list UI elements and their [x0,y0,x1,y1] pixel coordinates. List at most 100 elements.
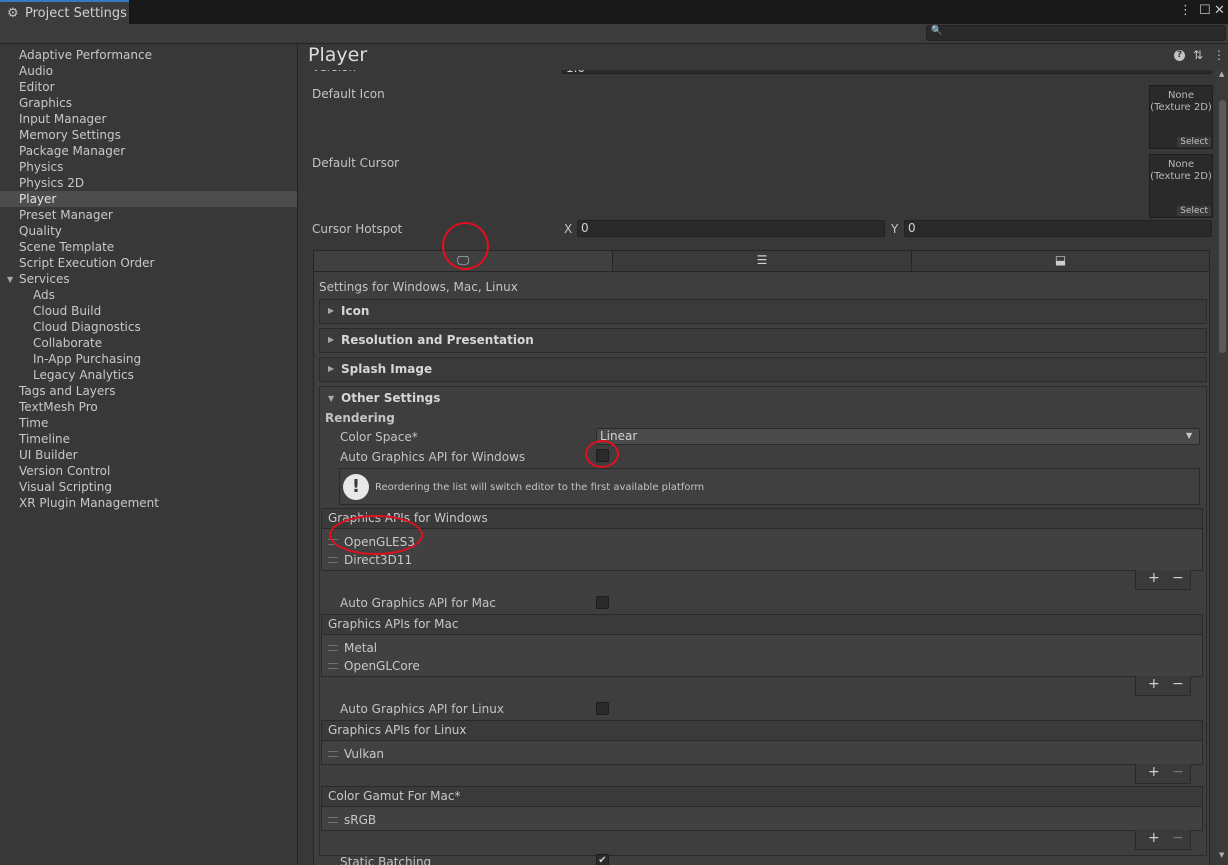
foldout-title: Splash Image [341,362,433,376]
sidebar-item-preset-manager[interactable]: Preset Manager [19,207,113,223]
panel-header [298,44,1216,70]
sidebar-item-ui-builder[interactable]: UI Builder [19,447,78,463]
add-button[interactable]: + [1148,830,1160,846]
hotspot-x-label: X [564,222,573,236]
sidebar-item-input-manager[interactable]: Input Manager [19,111,107,127]
sidebar-item-physics[interactable]: Physics [19,159,63,175]
list-item[interactable]: Vulkan [344,747,384,761]
list-add-remove: + − [1135,764,1191,784]
sidebar-item-memory-settings[interactable]: Memory Settings [19,127,121,143]
sidebar-item-quality[interactable]: Quality [19,223,62,239]
platform-settings-title: Settings for Windows, Mac, Linux [319,280,518,294]
info-helpbox: ! Reordering the list will switch editor… [339,468,1200,505]
scroll-up-icon[interactable]: ▲ [1219,70,1224,78]
sidebar-item-visual-scripting[interactable]: Visual Scripting [19,479,112,495]
sidebar-item-audio[interactable]: Audio [19,63,53,79]
sidebar-item-scene-template[interactable]: Scene Template [19,239,114,255]
foldout-icon[interactable]: ▶ Icon [319,299,1207,324]
sidebar-item-time[interactable]: Time [19,415,48,431]
remove-button[interactable]: − [1172,676,1184,692]
close-icon[interactable]: ✕ [1214,3,1225,18]
auto-api-linux-checkbox[interactable] [596,702,609,715]
drag-handle-icon[interactable] [328,663,338,669]
sidebar-item-in-app-purchasing[interactable]: In-App Purchasing [33,351,141,367]
sidebar-item-player[interactable]: Player [0,191,297,207]
sidebar-item-collaborate[interactable]: Collaborate [33,335,102,351]
foldout-title: Icon [341,304,370,318]
list-add-remove: + − [1135,570,1191,590]
list-item[interactable]: sRGB [344,813,376,827]
drag-handle-icon[interactable] [328,817,338,823]
tab-title: Project Settings [25,6,127,21]
list-add-remove: + − [1135,676,1191,696]
sidebar-item-editor[interactable]: Editor [19,79,55,95]
sidebar-item-cloud-diagnostics[interactable]: Cloud Diagnostics [33,319,141,335]
sidebar-item-xr-plugin-management[interactable]: XR Plugin Management [19,495,159,511]
caret-right-icon: ▶ [328,364,335,373]
project-settings-tab[interactable]: ⚙ Project Settings [0,0,129,24]
sidebar-item-package-manager[interactable]: Package Manager [19,143,125,159]
tab-dedicated-server[interactable]: ☰ [612,250,912,272]
list-item[interactable]: Metal [344,641,377,655]
color-space-dropdown[interactable]: Linear [596,428,1200,445]
more-vert-icon[interactable]: ⋮ [1179,3,1192,18]
sidebar-item-tags-and-layers[interactable]: Tags and Layers [19,383,115,399]
sidebar-item-textmesh-pro[interactable]: TextMesh Pro [19,399,98,415]
texture-none-text: None [1167,90,1195,101]
player-settings-panel: Version 1.0 Player ? ⇅ ⋮ Default Icon No… [298,44,1228,865]
sidebar-item-ads[interactable]: Ads [33,287,55,303]
sidebar-item-script-execution-order[interactable]: Script Execution Order [19,255,154,271]
server-icon: ☰ [756,253,768,267]
more-vert-icon[interactable]: ⋮ [1213,48,1225,62]
auto-api-mac-label: Auto Graphics API for Mac [340,596,496,610]
hotspot-y-label: Y [891,222,899,236]
sidebar-item-physics-2d[interactable]: Physics 2D [19,175,84,191]
static-batching-checkbox[interactable]: ✔ [596,854,609,865]
list-header: Color Gamut For Mac* [322,787,1202,807]
sidebar-item-version-control[interactable]: Version Control [19,463,110,479]
sidebar-item-timeline[interactable]: Timeline [19,431,70,447]
maximize-icon[interactable]: ☐ [1199,3,1211,18]
search-input[interactable]: 🔍 [926,25,1226,41]
hotspot-x-field[interactable]: 0 [577,220,885,237]
search-icon: 🔍 [931,26,943,36]
list-header: Graphics APIs for Linux [322,721,1202,741]
list-item[interactable]: Direct3D11 [344,553,412,567]
list-item[interactable]: OpenGLCore [344,659,420,673]
sidebar-item-legacy-analytics[interactable]: Legacy Analytics [33,367,134,383]
drag-handle-icon[interactable] [328,751,338,757]
expand-caret-icon[interactable]: ▼ [7,275,13,284]
foldout-splash-image[interactable]: ▶ Splash Image [319,357,1207,382]
add-button[interactable]: + [1148,676,1160,692]
remove-button[interactable]: − [1172,830,1184,846]
select-button[interactable]: Select [1177,206,1211,216]
foldout-resolution-and-presentation[interactable]: ▶ Resolution and Presentation [319,328,1207,353]
add-button[interactable]: + [1148,764,1160,780]
static-batching-label: Static Batching [340,855,432,865]
sidebar-item-cloud-build[interactable]: Cloud Build [33,303,101,319]
color-space-label: Color Space* [340,430,418,444]
remove-button[interactable]: − [1172,570,1184,586]
tab-android[interactable]: ⬓ [911,250,1210,272]
info-message: Reordering the list will switch editor t… [375,482,705,493]
sidebar-item-adaptive-performance[interactable]: Adaptive Performance [19,47,152,63]
scrollbar-thumb[interactable] [1219,100,1226,353]
help-icon[interactable]: ? [1174,50,1185,61]
default-cursor-texture-slot[interactable]: None (Texture 2D) Select [1149,154,1213,218]
default-icon-texture-slot[interactable]: None (Texture 2D) Select [1149,85,1213,149]
drag-handle-icon[interactable] [328,645,338,651]
sidebar-item-services[interactable]: Services [19,271,70,287]
sidebar-item-graphics[interactable]: Graphics [19,95,72,111]
remove-button[interactable]: − [1172,764,1184,780]
graphics-apis-windows-list: Graphics APIs for Windows OpenGLES3 Dire… [321,508,1203,571]
drag-handle-icon[interactable] [328,557,338,563]
scroll-down-icon[interactable]: ▼ [1219,851,1224,859]
android-icon: ⬓ [1054,253,1067,267]
hotspot-y-field[interactable]: 0 [904,220,1212,237]
preset-settings-icon[interactable]: ⇅ [1193,48,1203,62]
add-button[interactable]: + [1148,570,1160,586]
foldout-title: Resolution and Presentation [341,333,534,347]
select-button[interactable]: Select [1177,137,1211,147]
rendering-heading: Rendering [325,411,395,425]
auto-api-mac-checkbox[interactable] [596,596,609,609]
